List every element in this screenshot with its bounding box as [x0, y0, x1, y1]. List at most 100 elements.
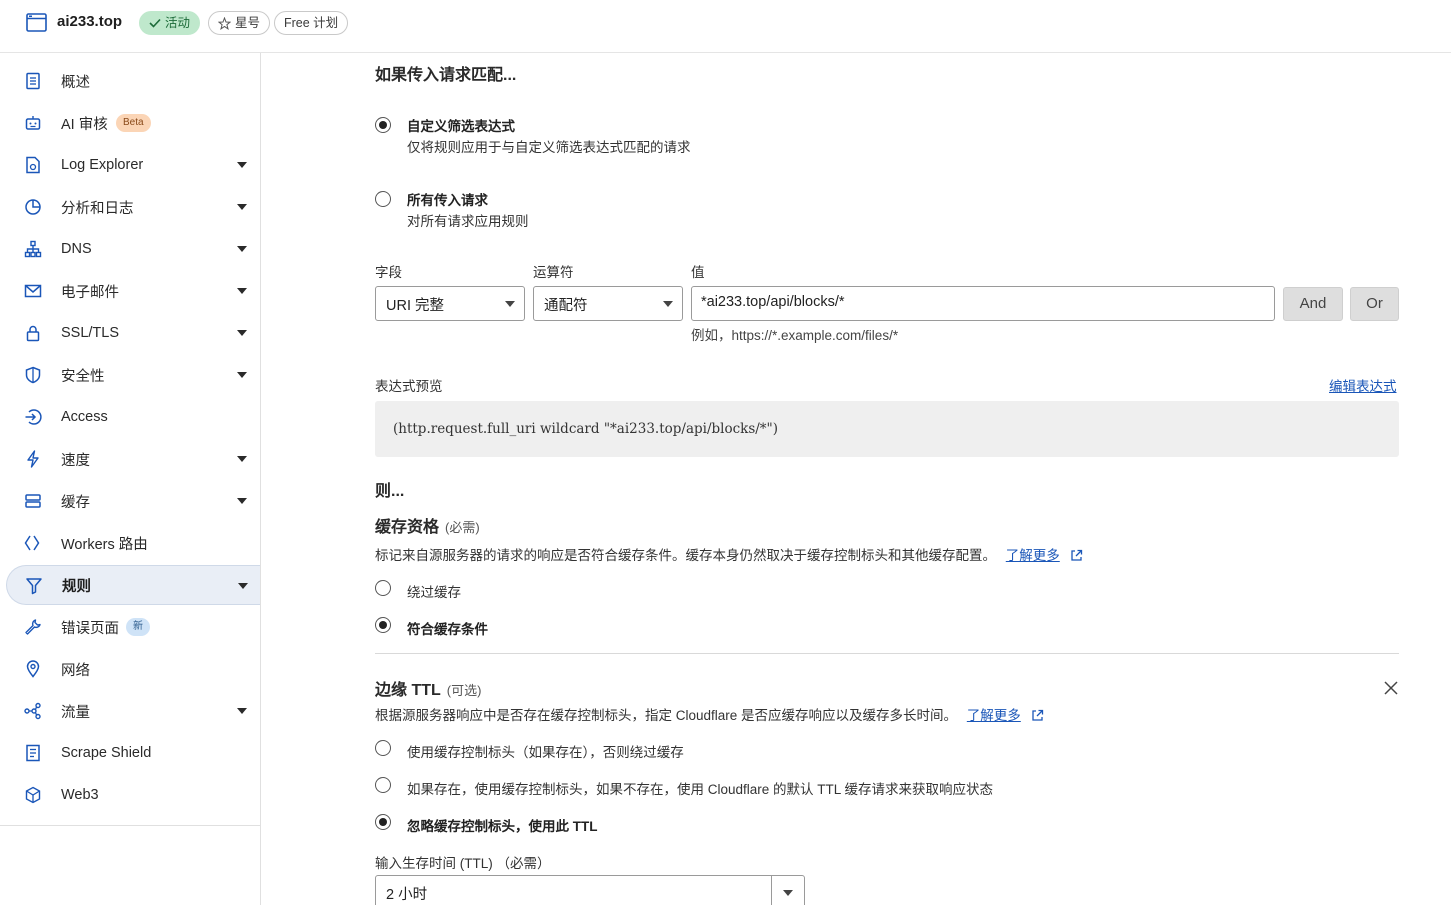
sidebar-item-log-explorer[interactable]: Log Explorer: [6, 145, 260, 185]
rules-funnel-icon: [26, 578, 42, 595]
sidebar-item-label: Scrape Shield: [61, 745, 152, 761]
chevron-down-icon[interactable]: [237, 288, 247, 294]
and-button[interactable]: And: [1283, 287, 1343, 321]
star-icon: [218, 16, 231, 30]
field-label: 字段: [375, 265, 402, 280]
learn-more-link[interactable]: 了解更多: [967, 708, 1021, 723]
sidebar-item-label: Log Explorer: [61, 157, 144, 173]
sidebar-item-speed[interactable]: 速度: [6, 439, 260, 479]
sidebar-item-ai-audit[interactable]: AI 审核 Beta: [6, 103, 260, 143]
radio-eligible-cache[interactable]: [375, 617, 391, 633]
network-tree-icon: [24, 240, 42, 258]
operator-select[interactable]: 通配符: [533, 286, 683, 321]
plan-label: Free 计划: [284, 16, 339, 30]
traffic-nodes-icon: [24, 702, 41, 720]
radio-ttl-ignore-header[interactable]: [375, 814, 391, 830]
chevron-down-icon[interactable]: [237, 456, 247, 462]
sidebar-divider: [0, 825, 260, 826]
radio-custom-expression[interactable]: [375, 117, 391, 133]
sidebar-item-workers-routes[interactable]: Workers 路由: [6, 523, 260, 563]
sidebar-item-rules[interactable]: 规则: [6, 565, 260, 605]
sidebar-item-cache[interactable]: 缓存: [6, 481, 260, 521]
custom-expression-desc: 仅将规则应用于与自定义筛选表达式匹配的请求: [407, 140, 691, 155]
cache-eligibility-title: 缓存资格 (必需): [375, 513, 480, 537]
edit-expression-link[interactable]: 编辑表达式: [1329, 375, 1397, 395]
sidebar-item-analytics[interactable]: 分析和日志: [6, 187, 260, 227]
then-title: 则...: [375, 483, 405, 500]
sidebar-item-network[interactable]: 网络: [6, 649, 260, 689]
expression-preview: (http.request.full_uri wildcard "*ai233.…: [375, 401, 1399, 457]
close-icon[interactable]: [1383, 680, 1399, 696]
sidebar-item-label: 错误页面: [61, 620, 119, 637]
sidebar-item-label: 网络: [61, 662, 90, 679]
sidebar-item-overview[interactable]: 概述: [6, 61, 260, 101]
or-button[interactable]: Or: [1350, 287, 1399, 321]
chevron-down-icon[interactable]: [237, 204, 247, 210]
external-link-icon[interactable]: [1031, 709, 1044, 722]
radio-ttl-use-header-or-bypass[interactable]: [375, 740, 391, 756]
sidebar-item-label: SSL/TLS: [61, 325, 120, 341]
value-example: 例如，https://*.example.com/files/*: [691, 328, 899, 343]
sidebar-item-traffic[interactable]: 流量: [6, 691, 260, 731]
chevron-down-icon[interactable]: [237, 330, 247, 336]
star-label: 星号: [235, 16, 261, 30]
domain-name[interactable]: ai233.top: [57, 13, 122, 30]
sidebar-item-label: 概述: [61, 74, 90, 91]
section-divider: [375, 653, 1399, 654]
checkmark-icon: [149, 18, 161, 28]
shield-icon: [25, 366, 41, 384]
value-label: 值: [691, 265, 705, 280]
star-button[interactable]: 星号: [208, 11, 271, 35]
web3-cube-icon: [25, 786, 41, 804]
sidebar-item-label: 电子邮件: [61, 284, 119, 301]
chevron-down-icon[interactable]: [237, 162, 247, 168]
pie-chart-icon: [25, 199, 41, 215]
custom-expression-title: 自定义筛选表达式: [407, 119, 515, 134]
all-requests-title: 所有传入请求: [407, 193, 488, 208]
document-icon: [26, 72, 40, 90]
chevron-down-icon[interactable]: [238, 583, 248, 589]
optional-tag: (可选): [446, 683, 482, 698]
new-badge: 新: [126, 618, 150, 636]
top-bar: ai233.top 活动 星号 Free 计划: [0, 0, 1451, 53]
sidebar-item-access[interactable]: Access: [6, 397, 260, 437]
sidebar-item-web3[interactable]: Web3: [6, 775, 260, 815]
ttl-option-1-label: 使用缓存控制标头（如果存在），否则绕过缓存: [407, 745, 684, 760]
sidebar-item-security[interactable]: 安全性: [6, 355, 260, 395]
field-select[interactable]: URI 完整: [375, 286, 525, 321]
mail-icon: [24, 284, 42, 298]
status-badge-label: 活动: [165, 16, 191, 30]
plan-badge[interactable]: Free 计划: [274, 11, 349, 35]
ttl-select[interactable]: 2 小时: [375, 875, 805, 905]
sidebar-item-ssl-tls[interactable]: SSL/TLS: [6, 313, 260, 353]
chevron-down-icon[interactable]: [237, 246, 247, 252]
browser-window-icon: [26, 13, 47, 32]
radio-ttl-use-header-or-default[interactable]: [375, 777, 391, 793]
lightning-icon: [27, 450, 39, 468]
learn-more-link[interactable]: 了解更多: [1006, 548, 1060, 563]
wrench-icon: [25, 619, 41, 635]
sidebar-item-label: Web3: [61, 787, 99, 803]
radio-bypass-cache[interactable]: [375, 580, 391, 596]
ttl-select-value: 2 小时: [386, 887, 428, 903]
workers-icon: [24, 535, 40, 551]
sidebar-item-error-pages[interactable]: 错误页面 新: [6, 607, 260, 647]
operator-select-value: 通配符: [544, 298, 588, 314]
chevron-down-icon[interactable]: [237, 372, 247, 378]
match-section-title: 如果传入请求匹配...: [375, 67, 517, 84]
chevron-down-icon: [505, 301, 515, 307]
sidebar-item-label: DNS: [61, 241, 92, 257]
sidebar-item-label: 分析和日志: [61, 200, 134, 217]
sidebar-item-email[interactable]: 电子邮件: [6, 271, 260, 311]
sidebar-item-scrape-shield[interactable]: Scrape Shield: [6, 733, 260, 773]
chevron-down-icon[interactable]: [237, 708, 247, 714]
sidebar-item-dns[interactable]: DNS: [6, 229, 260, 269]
chevron-down-icon[interactable]: [237, 498, 247, 504]
radio-all-requests[interactable]: [375, 191, 391, 207]
external-link-icon[interactable]: [1070, 549, 1083, 562]
edge-ttl-desc-text: 根据源服务器响应中是否存在缓存控制标头，指定 Cloudflare 是否应缓存响…: [375, 708, 958, 723]
value-input[interactable]: *ai233.top/api/blocks/*: [691, 286, 1275, 321]
ttl-select-separator: [771, 876, 772, 905]
cache-eligibility-desc: 标记来自源服务器的请求的响应是否符合缓存条件。缓存本身仍然取决于缓存控制标头和其…: [375, 544, 1083, 564]
ttl-option-3-label: 忽略缓存控制标头，使用此 TTL: [407, 819, 598, 834]
